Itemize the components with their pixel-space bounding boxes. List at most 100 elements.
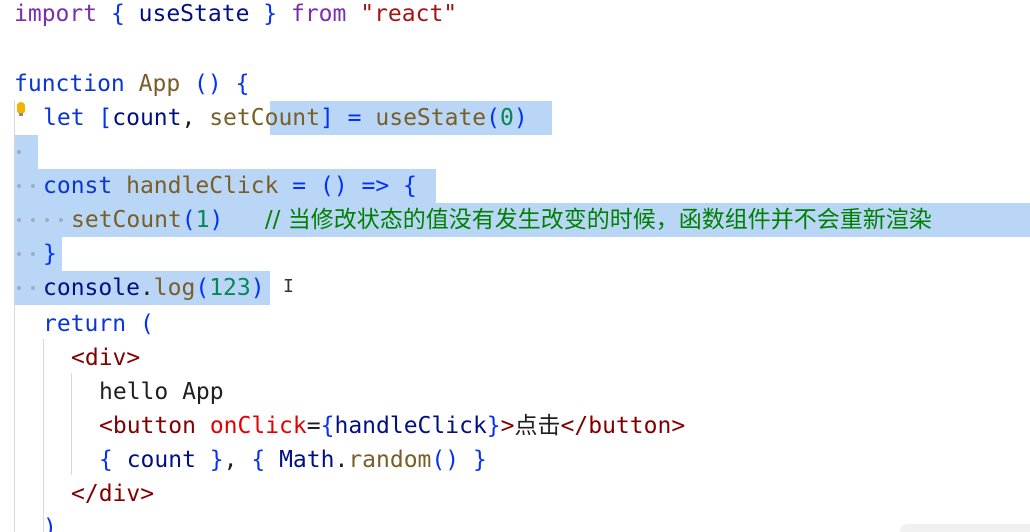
code-line[interactable]: let [count, setCount] = useState(0) <box>0 101 1030 135</box>
code-token: button <box>588 413 672 439</box>
code-line[interactable] <box>0 135 1030 169</box>
code-token: > <box>671 413 686 439</box>
code-token: ( <box>126 311 154 337</box>
code-line[interactable]: const handleClick = () => { <box>0 169 1030 203</box>
code-line[interactable]: hello App <box>0 375 1030 409</box>
code-token: . <box>139 275 154 301</box>
scrollbar-corner[interactable] <box>900 524 1030 532</box>
code-token: . <box>334 447 349 473</box>
code-line[interactable]: </div> <box>0 477 1030 511</box>
code-token: ) <box>250 275 265 301</box>
code-token: onClick <box>209 413 307 439</box>
code-token: < <box>99 413 113 439</box>
code-editor[interactable]: import { useState } from "react" function… <box>0 0 1030 532</box>
code-token: ] = <box>319 105 376 131</box>
code-line[interactable]: console.log(123) <box>0 271 1030 305</box>
code-line[interactable]: <div> <box>0 341 1030 375</box>
code-token: } <box>486 413 501 439</box>
code-line-content: return ( <box>43 307 154 341</box>
code-token: = <box>306 413 321 439</box>
code-token: ) <box>209 207 224 233</box>
code-token: div <box>98 481 141 507</box>
code-token: handleClick <box>126 173 279 199</box>
code-line-content: <button onClick={handleClick}>点击</button… <box>99 409 685 443</box>
code-token: } <box>195 447 224 473</box>
code-token: useState <box>138 1 250 27</box>
code-token: random <box>348 447 432 473</box>
code-line[interactable]: <button onClick={handleClick}>点击</button… <box>0 409 1030 443</box>
code-token: div <box>84 345 127 371</box>
code-line-content: import { useState } from "react" <box>14 0 457 31</box>
code-token: } <box>472 447 487 473</box>
code-token: from <box>290 1 347 27</box>
code-line[interactable]: import { useState } from "react" <box>0 0 1030 31</box>
code-token: } <box>43 241 57 267</box>
code-line[interactable] <box>0 31 1030 65</box>
code-token: () <box>431 447 473 473</box>
code-token: import <box>14 1 98 27</box>
code-line[interactable]: } <box>0 237 1030 271</box>
code-token: 0 <box>500 105 514 131</box>
code-line-content: const handleClick = () => { <box>43 169 417 203</box>
code-token: 123 <box>209 275 251 301</box>
code-line[interactable]: ) <box>0 511 1030 532</box>
code-line[interactable]: { count }, { Math.random() } <box>0 443 1030 477</box>
code-token: log <box>153 275 196 301</box>
code-token: { <box>251 447 280 473</box>
code-token: </ <box>71 481 99 507</box>
code-token: useState <box>375 105 487 131</box>
code-token: ) <box>43 515 57 532</box>
code-token: 点击 <box>514 413 561 439</box>
code-token: ( <box>181 207 196 233</box>
code-line-content: function App () { <box>14 67 249 101</box>
code-token: { <box>320 413 335 439</box>
code-token: </ <box>560 413 589 439</box>
code-token: handleClick <box>334 413 487 439</box>
code-token: { <box>99 447 127 473</box>
code-token: > <box>500 413 515 439</box>
text-cursor-icon: I <box>283 276 294 297</box>
code-line-content: </div> <box>71 477 154 511</box>
code-line-content: setCount(1) // 当修改状态的值没有发生改变的时候，函数组件并不会重… <box>71 203 932 237</box>
code-token: function <box>14 71 125 97</box>
code-token: App <box>138 71 181 97</box>
code-line-content: } <box>43 237 57 271</box>
code-token: hello App <box>99 379 224 405</box>
code-line[interactable]: function App () { <box>0 67 1030 101</box>
code-token: < <box>71 345 85 371</box>
code-token: setCount <box>71 207 182 233</box>
code-token: 1 <box>195 207 210 233</box>
code-token: count <box>126 447 196 473</box>
code-token: console <box>43 275 140 301</box>
code-token: "react" <box>360 1 458 27</box>
code-line[interactable]: return ( <box>0 307 1030 341</box>
code-token: let <box>43 105 85 131</box>
code-token: [ <box>84 105 113 131</box>
code-token: const <box>43 173 113 199</box>
code-token: Math <box>279 447 335 473</box>
code-line-content: hello App <box>99 375 224 409</box>
code-token: > <box>126 345 141 371</box>
code-token: ( <box>486 105 501 131</box>
code-token: , <box>181 105 210 131</box>
code-line-content: let [count, setCount] = useState(0) <box>43 101 528 135</box>
code-line-content: ) <box>43 511 57 532</box>
code-line-content: <div> <box>71 341 140 375</box>
code-line-content: { count }, { Math.random() } <box>99 443 487 477</box>
code-token: return <box>43 311 127 337</box>
code-token: ) <box>513 105 528 131</box>
code-token: , <box>223 447 252 473</box>
code-token: count <box>112 105 182 131</box>
code-token: = () => { <box>278 173 417 199</box>
lightbulb-icon[interactable] <box>17 102 25 116</box>
code-line[interactable]: setCount(1) // 当修改状态的值没有发生改变的时候，函数组件并不会重… <box>0 203 1030 237</box>
code-token: { <box>97 1 139 27</box>
code-token: button <box>112 413 196 439</box>
code-line-content: console.log(123) <box>43 271 265 305</box>
code-token: () { <box>180 71 250 97</box>
